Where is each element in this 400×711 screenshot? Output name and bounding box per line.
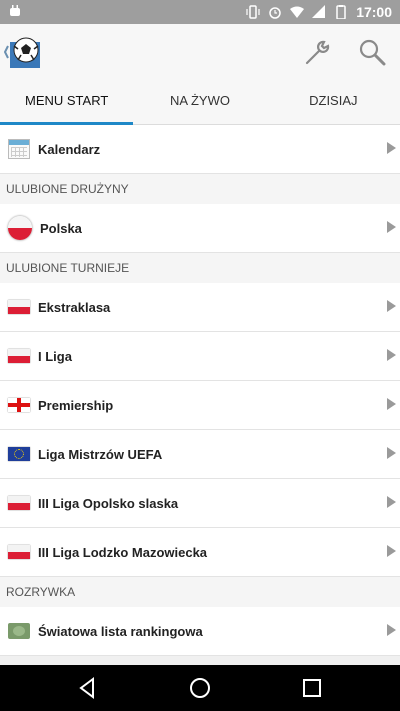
calendar-label: Kalendarz: [38, 141, 101, 157]
app-logo-football-icon[interactable]: [3, 32, 44, 72]
poland-flag-icon: [8, 545, 30, 559]
menu-list: Kalendarz ULUBIONE DRUŻYNY Polska ULUBIO…: [0, 125, 400, 656]
status-bar: 17:00: [0, 0, 400, 24]
signal-icon: [312, 5, 326, 18]
chevron-right-icon: [387, 300, 396, 312]
tournament-row[interactable]: III Liga Opolsko slaska: [0, 479, 400, 528]
section-header-favorite-tournaments: ULUBIONE TURNIEJE: [0, 253, 400, 283]
calendar-icon: [8, 139, 30, 159]
tournament-label: Liga Mistrzów UEFA: [38, 446, 163, 462]
tournament-row[interactable]: Premiership: [0, 381, 400, 430]
tournament-row[interactable]: III Liga Lodzko Mazowiecka: [0, 528, 400, 577]
tournament-row[interactable]: Liga Mistrzów UEFA: [0, 430, 400, 479]
search-icon[interactable]: [356, 36, 388, 68]
entertainment-label: Światowa lista rankingowa: [38, 623, 203, 639]
tournament-label: Premiership: [38, 397, 114, 413]
vibrate-icon: [246, 5, 260, 19]
alarm-icon: [269, 7, 281, 19]
entertainment-row[interactable]: Światowa lista rankingowa: [0, 607, 400, 656]
app-bar: [0, 24, 400, 80]
battery-icon: [336, 5, 346, 19]
tournament-label: I Liga: [38, 348, 72, 364]
poland-flag-icon: [8, 300, 30, 314]
chevron-right-icon: [387, 545, 396, 557]
tab-na-zywo[interactable]: NA ŻYWO: [133, 80, 266, 124]
chevron-right-icon: [387, 624, 396, 636]
poland-flag-icon: [8, 349, 30, 363]
chevron-right-icon: [387, 349, 396, 361]
tournament-label: Ekstraklasa: [38, 299, 111, 315]
tab-menu-start[interactable]: MENU START: [0, 80, 134, 125]
back-icon[interactable]: [75, 675, 101, 701]
chevron-right-icon: [387, 398, 396, 410]
tournament-label: III Liga Lodzko Mazowiecka: [38, 544, 208, 560]
system-navigation-bar: [0, 665, 400, 711]
recents-icon[interactable]: [299, 675, 325, 701]
tab-dzisiaj[interactable]: DZISIAJ: [267, 80, 400, 124]
eu-flag-icon: [8, 447, 30, 461]
poland-flag-icon: [8, 216, 32, 240]
section-header-entertainment: ROZRYWKA: [0, 577, 400, 607]
chevron-right-icon: [387, 447, 396, 459]
section-header-favorite-teams: ULUBIONE DRUŻYNY: [0, 174, 400, 204]
wrench-icon[interactable]: [302, 36, 334, 68]
tournament-row[interactable]: Ekstraklasa: [0, 283, 400, 332]
home-icon[interactable]: [187, 675, 213, 701]
calendar-row[interactable]: Kalendarz: [0, 125, 400, 174]
chevron-right-icon: [387, 221, 396, 233]
team-row-polska[interactable]: Polska: [0, 204, 400, 253]
team-label: Polska: [40, 220, 82, 236]
england-flag-icon: [8, 398, 30, 412]
tournament-label: III Liga Opolsko slaska: [38, 495, 179, 511]
android-notification-icon: [8, 4, 22, 21]
poland-flag-icon: [8, 496, 30, 510]
tab-bar: MENU START NA ŻYWO DZISIAJ: [0, 80, 400, 125]
chevron-right-icon: [387, 496, 396, 508]
tournament-row[interactable]: I Liga: [0, 332, 400, 381]
chevron-right-icon: [387, 142, 396, 154]
wifi-icon: [290, 6, 305, 18]
money-icon: [8, 623, 30, 639]
status-time: 17:00: [356, 4, 392, 20]
